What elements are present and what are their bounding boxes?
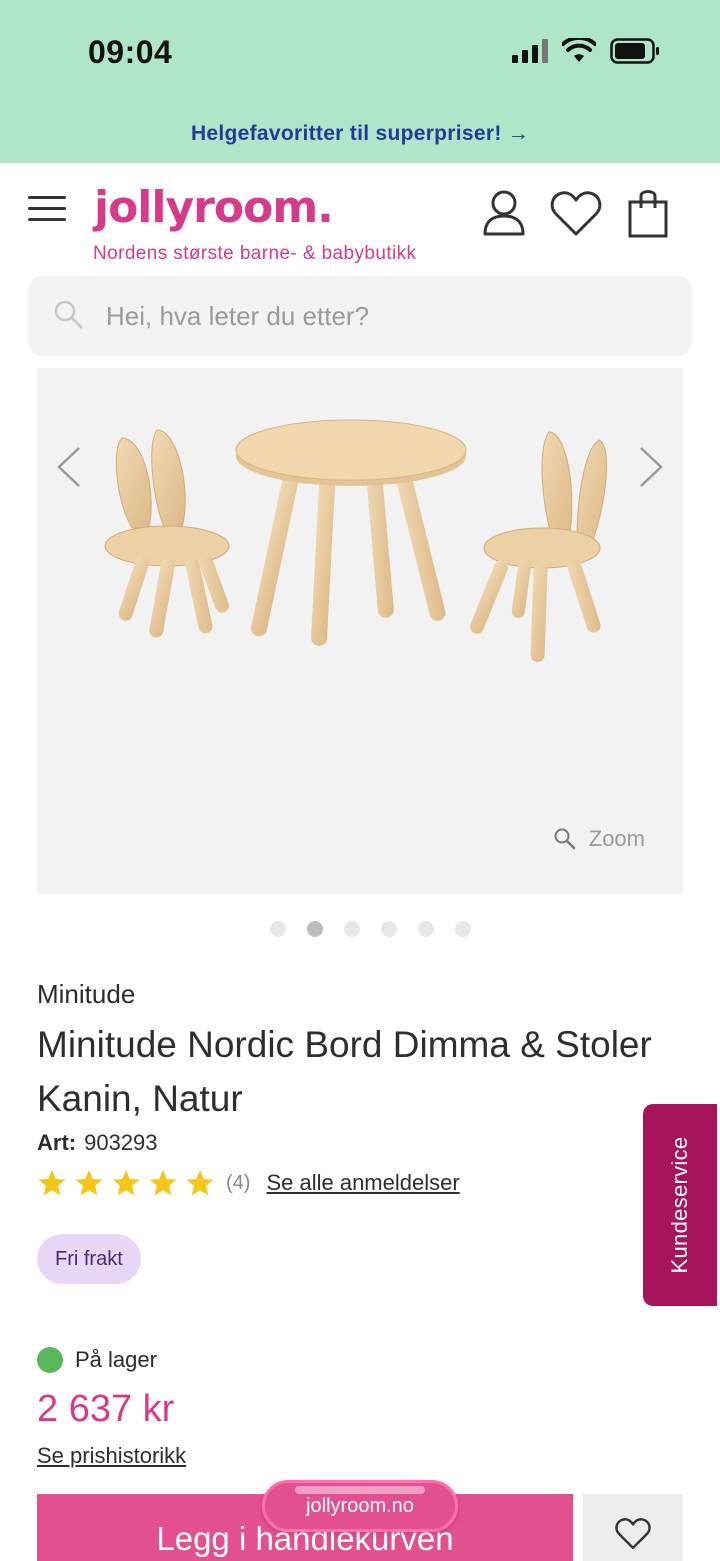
product-price: 2 637 kr bbox=[37, 1388, 175, 1430]
product-title: Minitude Nordic Bord Dimma & Stoler Kani… bbox=[37, 1024, 652, 1119]
wifi-icon bbox=[562, 38, 596, 62]
stock-status: På lager bbox=[37, 1347, 157, 1373]
status-time: 09:04 bbox=[88, 34, 173, 70]
gallery-dot[interactable] bbox=[418, 921, 434, 937]
logo[interactable]: jollyroom. bbox=[94, 182, 334, 233]
round-table bbox=[235, 419, 467, 646]
gallery-pagination bbox=[270, 921, 471, 937]
gallery-dot-active[interactable] bbox=[307, 921, 323, 937]
price-history-link[interactable]: Se prishistorikk bbox=[37, 1443, 186, 1469]
browser-url: jollyroom.no bbox=[306, 1494, 414, 1517]
product-brand[interactable]: Minitude bbox=[37, 979, 135, 1010]
stock-label: På lager bbox=[75, 1347, 157, 1372]
browser-url-pill[interactable]: jollyroom.no bbox=[262, 1480, 458, 1532]
star-icon bbox=[38, 1169, 66, 1196]
product-image bbox=[104, 419, 607, 662]
shopping-bag-icon[interactable] bbox=[624, 188, 674, 240]
search-input[interactable] bbox=[106, 294, 666, 338]
product-image-gallery[interactable]: Zoom bbox=[37, 368, 683, 894]
bunny-chair-left bbox=[104, 429, 230, 638]
gallery-dot[interactable] bbox=[381, 921, 397, 937]
search-bar[interactable] bbox=[28, 276, 692, 356]
star-icon bbox=[112, 1169, 140, 1196]
add-to-wishlist-button[interactable] bbox=[583, 1494, 683, 1561]
chevron-left-icon[interactable] bbox=[51, 442, 91, 492]
article-label: Art: bbox=[37, 1130, 77, 1155]
gallery-dot[interactable] bbox=[455, 921, 471, 937]
article-number: Art: 903293 bbox=[37, 1130, 158, 1156]
account-icon[interactable] bbox=[480, 188, 530, 240]
menu-icon[interactable] bbox=[28, 196, 66, 226]
wishlist-heart-icon[interactable] bbox=[549, 188, 603, 240]
star-icon bbox=[75, 1169, 103, 1196]
article-value: 903293 bbox=[84, 1130, 158, 1155]
zoom-label: Zoom bbox=[588, 826, 645, 851]
promo-link[interactable]: Helgefavoritter til superpriser! → bbox=[0, 122, 720, 146]
top-banner: 09:04 Helgefavoritter til superpriser! → bbox=[0, 0, 720, 163]
product-page: 09:04 Helgefavoritter til superpriser! →… bbox=[0, 0, 720, 1561]
gallery-dot[interactable] bbox=[270, 921, 286, 937]
tagline: Nordens største barne- & babybutikk bbox=[93, 243, 417, 264]
battery-icon bbox=[610, 38, 659, 64]
customer-service-tab[interactable]: Kundeservice bbox=[643, 1104, 717, 1306]
cellular-signal-icon bbox=[512, 39, 548, 63]
see-all-reviews-link[interactable]: Se alle anmeldelser bbox=[266, 1170, 459, 1196]
status-icons bbox=[512, 38, 660, 64]
review-count: (4) bbox=[226, 1171, 251, 1194]
star-icon bbox=[186, 1169, 214, 1196]
rating: (4) Se alle anmeldelser bbox=[37, 1168, 460, 1198]
star-icon bbox=[149, 1169, 177, 1196]
chevron-right-icon[interactable] bbox=[629, 442, 669, 492]
in-stock-dot-icon bbox=[37, 1347, 63, 1373]
bunny-chair-right bbox=[470, 431, 607, 662]
zoom-icon bbox=[554, 828, 575, 850]
customer-service-label: Kundeservice bbox=[667, 1136, 692, 1274]
search-icon bbox=[54, 300, 83, 329]
free-shipping-badge: Fri frakt bbox=[37, 1234, 141, 1284]
gallery-dot[interactable] bbox=[344, 921, 360, 937]
zoom-button[interactable]: Zoom bbox=[553, 826, 645, 852]
heart-icon bbox=[615, 1518, 651, 1550]
